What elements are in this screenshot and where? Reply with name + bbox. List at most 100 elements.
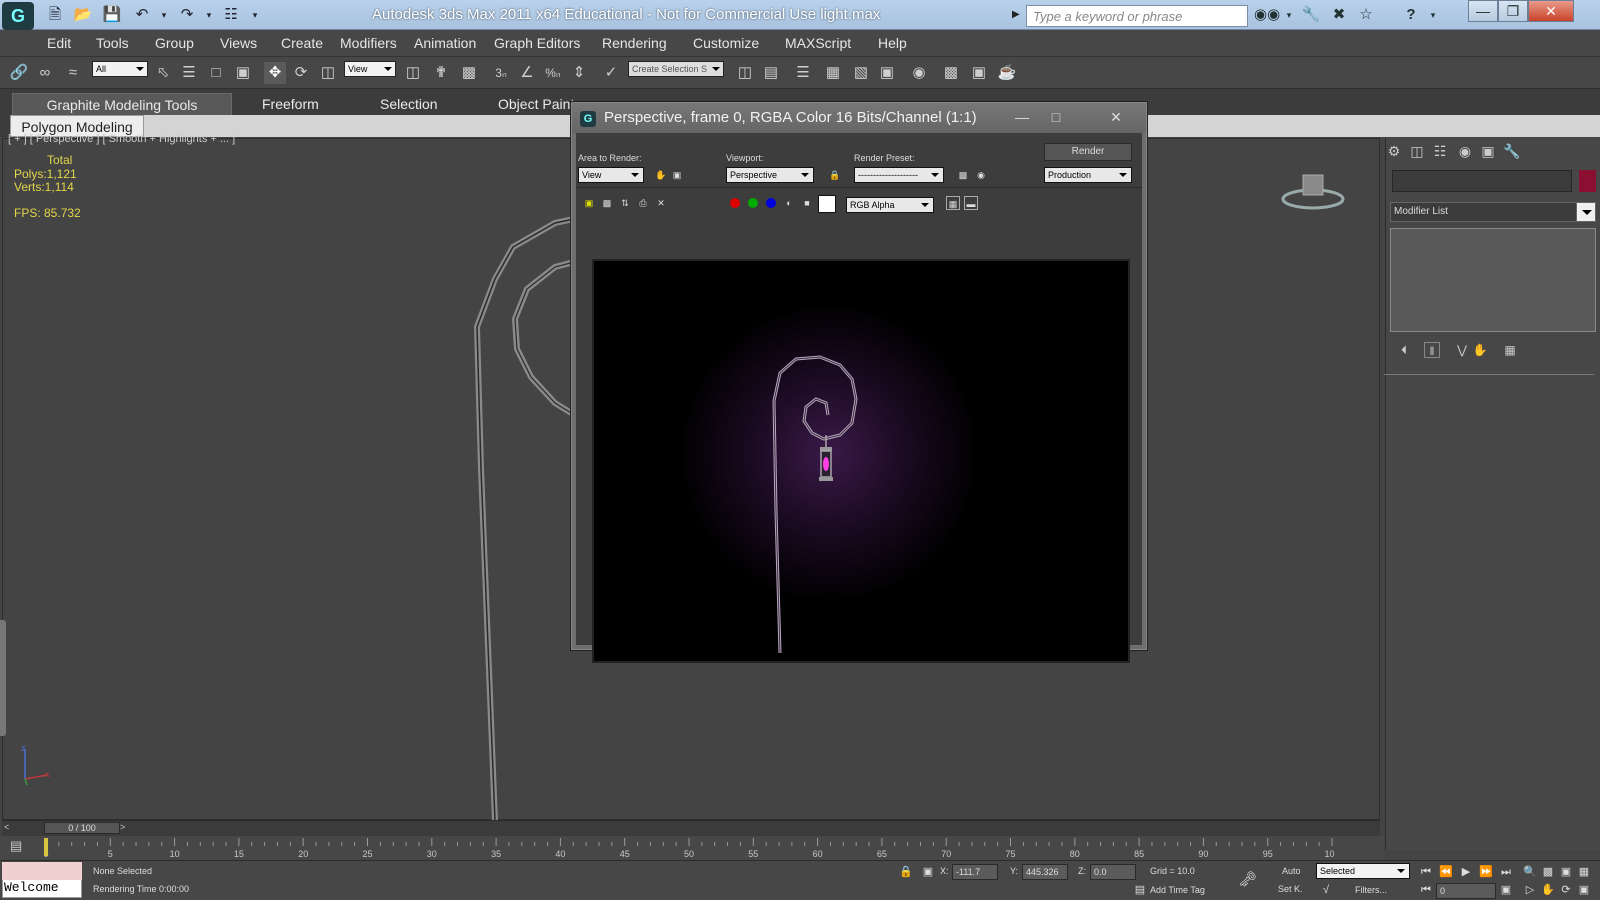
keyboard-shortcut-toggle-icon[interactable]: ▩ xyxy=(458,62,480,84)
app-logo-button[interactable]: G xyxy=(2,2,34,30)
open-file-icon[interactable]: 📂 xyxy=(72,5,94,25)
orbit-icon[interactable]: ⟳ xyxy=(1558,882,1574,898)
time-marker[interactable] xyxy=(44,838,48,856)
swatch-white[interactable] xyxy=(818,195,836,213)
minimize-button[interactable]: — xyxy=(1468,0,1498,22)
link-icon[interactable]: 🔗 xyxy=(8,62,30,84)
communication-center-icon[interactable]: ✖ xyxy=(1328,5,1350,25)
show-end-result-icon[interactable]: ‖ xyxy=(1424,342,1440,358)
menu-customize[interactable]: Customize xyxy=(693,35,759,51)
menu-modifiers[interactable]: Modifiers xyxy=(340,35,397,51)
menu-group[interactable]: Group xyxy=(155,35,194,51)
menu-views[interactable]: Views xyxy=(220,35,257,51)
clone-window-icon[interactable]: ⇅ xyxy=(618,196,632,210)
zoom-extents-icon[interactable]: ▣ xyxy=(1558,864,1574,880)
viewport-label[interactable]: [ + ] [ Perspective ] [ Smooth + Highlig… xyxy=(8,133,235,145)
print-image-icon[interactable]: ⎙ xyxy=(636,196,650,210)
create-tab-icon[interactable]: ⚙ xyxy=(1385,142,1403,160)
slider-next-icon[interactable]: > xyxy=(120,822,130,834)
unlink-icon[interactable]: ∞ xyxy=(34,62,56,84)
named-selection-dropdown[interactable]: Create Selection S xyxy=(628,61,724,77)
redo-dropdown-icon[interactable]: ▾ xyxy=(198,5,220,25)
key-mode-toggle-icon[interactable]: ⏮ xyxy=(1418,882,1434,898)
z-coordinate[interactable]: 0.0 xyxy=(1090,864,1136,880)
schematic-view-icon[interactable]: ▣ xyxy=(876,62,898,84)
configure-modifier-sets-icon[interactable]: ▦ xyxy=(1502,342,1518,358)
selection-filter-dropdown[interactable]: All xyxy=(92,61,148,77)
maximize-button[interactable]: ❐ xyxy=(1498,0,1528,22)
modify-tab-icon[interactable]: ◫ xyxy=(1408,142,1426,160)
render-button[interactable]: Render xyxy=(1044,143,1132,161)
select-and-move-icon[interactable]: ✥ xyxy=(264,62,286,84)
select-object-icon[interactable]: ⬁ xyxy=(152,62,174,84)
help-icon[interactable]: ? xyxy=(1400,5,1422,25)
render-production-icon[interactable]: ☕ xyxy=(996,62,1018,84)
toggle-ui-overlay-icon[interactable]: ▦ xyxy=(946,196,960,210)
time-tag-icon[interactable]: ▤ xyxy=(1132,882,1148,898)
percent-snap-icon[interactable]: %ₙ xyxy=(542,62,564,84)
edit-named-selection-icon[interactable]: ✓ xyxy=(600,62,622,84)
binoculars-icon[interactable]: ◉◉ xyxy=(1254,5,1280,25)
zoom-icon[interactable]: 🔍 xyxy=(1522,864,1538,880)
toggle-ui-icon[interactable]: ▬ xyxy=(964,196,978,210)
zoom-all-icon[interactable]: ▩ xyxy=(1540,864,1556,880)
layer-manager-icon[interactable]: ☰ xyxy=(792,62,814,84)
maximize-viewport-icon[interactable]: ▣ xyxy=(1576,882,1592,898)
graphite-toggle-icon[interactable]: ▦ xyxy=(822,62,844,84)
object-name-field[interactable] xyxy=(1392,170,1572,192)
remove-modifier-icon[interactable]: ✋ xyxy=(1472,342,1488,358)
spinner-snap-icon[interactable]: ⇕ xyxy=(568,62,590,84)
alpha-channel-icon[interactable]: ◐ xyxy=(782,196,796,210)
modifier-stack[interactable] xyxy=(1390,228,1596,332)
blue-channel-icon[interactable] xyxy=(766,198,776,208)
edit-region-icon[interactable]: ✋ xyxy=(654,168,668,182)
render-preset-dropdown[interactable]: -------------------- xyxy=(854,167,944,183)
help-dropdown-icon[interactable]: ▾ xyxy=(1422,5,1444,25)
play-icon[interactable]: ▶ xyxy=(1458,864,1474,880)
project-folder-icon[interactable]: ☷ xyxy=(220,5,242,25)
pivot-center-icon[interactable]: ◫ xyxy=(402,62,424,84)
copy-image-icon[interactable]: ▩ xyxy=(600,196,614,210)
clear-image-icon[interactable]: ✕ xyxy=(654,196,668,210)
select-and-scale-icon[interactable]: ◫ xyxy=(317,62,339,84)
viewport-dropdown[interactable]: Perspective xyxy=(726,167,814,183)
x-coordinate[interactable]: -111.7 xyxy=(952,864,998,880)
render-window-close-button[interactable]: ✕ xyxy=(1102,107,1130,127)
lock-viewport-icon[interactable]: 🔒 xyxy=(828,168,842,182)
hierarchy-tab-icon[interactable]: ☷ xyxy=(1431,142,1449,160)
tab-freeform[interactable]: Freeform xyxy=(250,93,331,115)
render-window-minimize-button[interactable]: — xyxy=(1008,107,1036,127)
subscription-icon[interactable]: 🔧 xyxy=(1300,5,1322,25)
manipulate-icon[interactable]: ✟ xyxy=(430,62,452,84)
field-of-view-icon[interactable]: ▷ xyxy=(1522,882,1538,898)
display-tab-icon[interactable]: ▣ xyxy=(1479,142,1497,160)
go-to-end-icon[interactable]: ⏭ xyxy=(1498,864,1514,880)
zoom-extents-all-icon[interactable]: ▦ xyxy=(1576,864,1592,880)
utilities-tab-icon[interactable]: 🔧 xyxy=(1503,142,1521,160)
menu-graph-editors[interactable]: Graph Editors xyxy=(494,35,580,51)
motion-tab-icon[interactable]: ◉ xyxy=(1456,142,1474,160)
key-filters-button[interactable]: Filters... xyxy=(1355,885,1387,895)
pin-stack-icon[interactable]: ⏴ xyxy=(1396,342,1412,358)
auto-region-icon[interactable]: ▣ xyxy=(670,168,684,182)
redo-icon[interactable]: ↷ xyxy=(176,5,198,25)
render-window-maximize-button[interactable]: □ xyxy=(1042,107,1070,127)
key-mode-dropdown[interactable]: Selected xyxy=(1316,863,1410,879)
new-file-icon[interactable]: 🗎 xyxy=(44,5,66,25)
window-crossing-icon[interactable]: ▣ xyxy=(232,62,254,84)
green-channel-icon[interactable] xyxy=(748,198,758,208)
search-input[interactable]: Type a keyword or phrase xyxy=(1026,5,1248,27)
mirror-icon[interactable]: ◫ xyxy=(734,62,756,84)
tab-graphite-modeling-tools[interactable]: Graphite Modeling Tools xyxy=(12,93,232,115)
curve-editor-mini-icon[interactable]: ▤ xyxy=(10,838,30,856)
maxscript-output[interactable] xyxy=(2,862,82,880)
modifier-list-dropdown[interactable]: Modifier List xyxy=(1390,202,1596,222)
close-button[interactable]: ✕ xyxy=(1528,0,1574,22)
environment-effects-icon[interactable]: ◉ xyxy=(974,168,988,182)
align-icon[interactable]: ▤ xyxy=(760,62,782,84)
pan-view-icon[interactable]: ✋ xyxy=(1540,882,1556,898)
render-setup-small-icon[interactable]: ▩ xyxy=(956,168,970,182)
area-to-render-dropdown[interactable]: View xyxy=(578,167,644,183)
auto-key-button[interactable]: Auto xyxy=(1282,866,1301,876)
modifier-list-arrow-icon[interactable] xyxy=(1576,202,1596,222)
